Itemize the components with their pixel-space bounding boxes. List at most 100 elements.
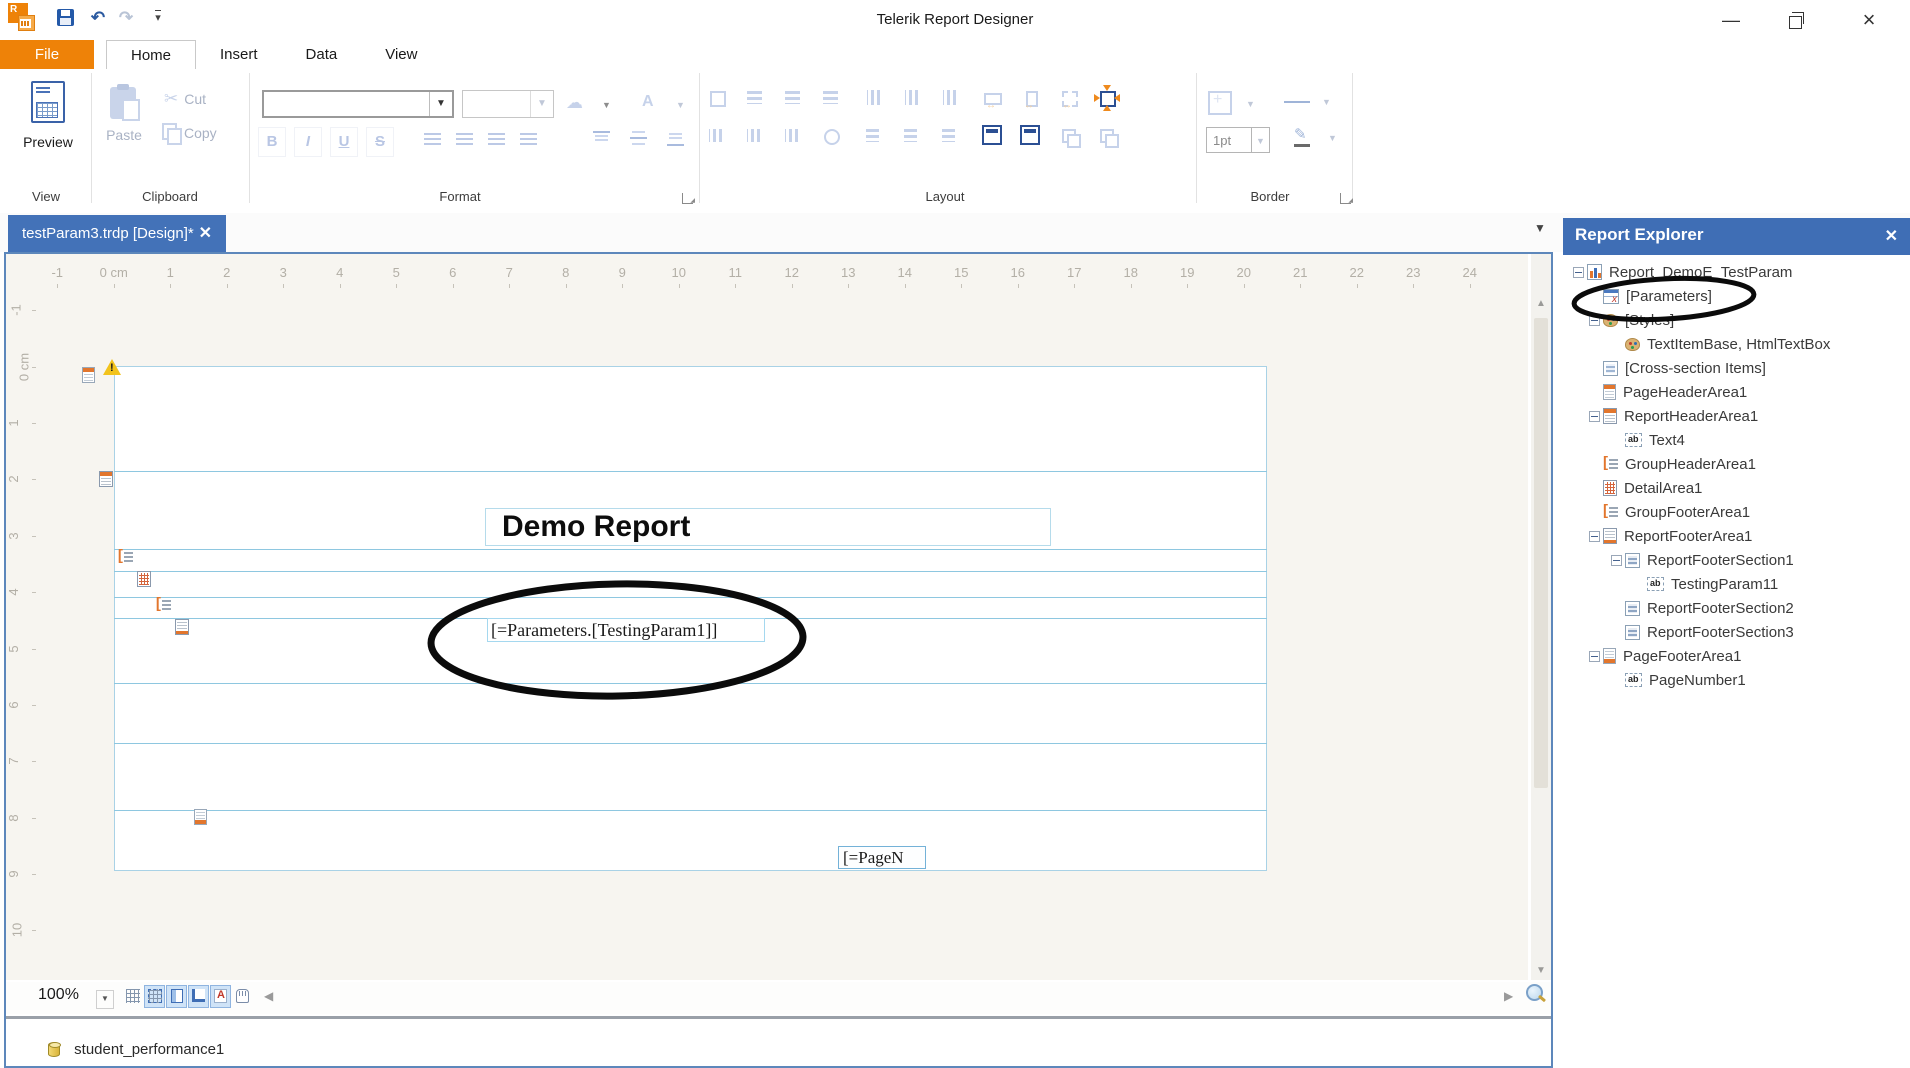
view-toggle-button[interactable] xyxy=(188,985,209,1008)
justify-text-icon[interactable] xyxy=(520,133,537,146)
strikethrough-button[interactable]: S xyxy=(366,127,394,157)
customize-toolbar-button[interactable]: ▾ xyxy=(146,6,170,30)
font-size-combobox[interactable]: ▼ xyxy=(462,90,554,118)
ribbon-tab[interactable]: Insert xyxy=(196,40,282,69)
tree-expander[interactable] xyxy=(1609,672,1625,688)
ribbon-tab[interactable]: Data xyxy=(282,40,362,69)
scroll-right-icon[interactable]: ▶ xyxy=(1504,989,1513,1003)
align-text-middle-icon[interactable] xyxy=(630,131,647,146)
close-document-icon[interactable]: ✕ xyxy=(199,215,212,252)
center-in-section-icon[interactable] xyxy=(1094,85,1120,111)
tree-expander[interactable] xyxy=(1587,456,1603,472)
dock-to-top-icon[interactable] xyxy=(982,125,1002,145)
tree-item[interactable]: ReportHeaderArea1 xyxy=(1563,404,1910,428)
background-color-dropdown[interactable]: ▼ xyxy=(602,100,611,110)
tree-item[interactable]: ReportFooterArea1 xyxy=(1563,524,1910,548)
page-header-section-icon[interactable] xyxy=(82,367,95,383)
tree-expander[interactable] xyxy=(1609,432,1625,448)
bring-to-front-icon[interactable] xyxy=(1058,125,1081,148)
section-divider[interactable] xyxy=(114,471,1267,472)
equal-vertical-spacing-icon[interactable] xyxy=(863,125,885,147)
paste-icon[interactable] xyxy=(110,84,140,121)
ribbon-tab[interactable]: View xyxy=(361,40,441,69)
align-vertical-centers-icon[interactable] xyxy=(901,87,923,109)
align-text-right-icon[interactable] xyxy=(488,133,505,146)
tree-item[interactable]: [Cross-section Items] xyxy=(1563,356,1910,380)
align-text-bottom-icon[interactable] xyxy=(667,131,684,146)
decrease-horizontal-spacing-icon[interactable] xyxy=(782,125,804,147)
cut-button[interactable]: ✂ Cut xyxy=(164,89,206,109)
tree-item[interactable]: [Styles] xyxy=(1563,308,1910,332)
tree-item[interactable]: ReportFooterSection2 xyxy=(1563,596,1910,620)
font-name-combobox[interactable]: ▼ xyxy=(262,90,454,118)
zoom-dropdown-icon[interactable]: ▼ xyxy=(96,990,114,1009)
increase-vertical-spacing-icon[interactable] xyxy=(901,125,923,147)
page-number-textbox[interactable]: [=PageN xyxy=(838,846,926,869)
view-toggle-button[interactable] xyxy=(166,985,187,1008)
tree-expander[interactable] xyxy=(1587,480,1603,496)
scroll-left-icon[interactable]: ◀ xyxy=(264,989,273,1003)
tree-expander[interactable] xyxy=(1587,528,1603,544)
tree-item[interactable]: Report_DemoE_TestParam xyxy=(1563,260,1910,284)
tree-expander[interactable] xyxy=(1571,264,1587,280)
font-color-dropdown[interactable]: ▼ xyxy=(676,100,685,110)
section-divider[interactable] xyxy=(114,571,1267,572)
tree-item[interactable]: PageFooterArea1 xyxy=(1563,644,1910,668)
dock-to-left-icon[interactable] xyxy=(1020,125,1040,145)
tree-item[interactable]: PageNumber1 xyxy=(1563,668,1910,692)
tree-item[interactable]: ReportFooterSection1 xyxy=(1563,548,1910,572)
fit-to-section-icon[interactable] xyxy=(706,87,728,109)
tree-item[interactable]: TextItemBase, HtmlTextBox xyxy=(1563,332,1910,356)
border-presets-button[interactable] xyxy=(1208,91,1232,115)
make-same-size-icon[interactable] xyxy=(1058,87,1080,111)
minimize-button[interactable]: — xyxy=(1708,0,1754,40)
align-top-edges-icon[interactable] xyxy=(863,87,885,109)
align-left-edges-icon[interactable] xyxy=(744,87,766,109)
section-divider[interactable] xyxy=(114,683,1267,684)
center-text-icon[interactable] xyxy=(456,133,473,146)
border-dialog-launcher[interactable] xyxy=(1340,193,1353,204)
section-divider[interactable] xyxy=(114,597,1267,598)
tree-expander[interactable] xyxy=(1587,312,1603,328)
make-same-width-icon[interactable] xyxy=(982,87,1004,111)
group-header-section-icon[interactable] xyxy=(118,547,133,565)
data-source-item[interactable]: student_performance1 xyxy=(48,1041,224,1061)
copy-button[interactable]: Copy xyxy=(162,121,217,145)
font-color-button[interactable]: A xyxy=(642,93,654,111)
tree-expander[interactable] xyxy=(1587,384,1603,400)
align-bottom-edges-icon[interactable] xyxy=(939,87,961,109)
tree-item[interactable]: [Parameters] xyxy=(1563,284,1910,308)
view-toggle-button[interactable] xyxy=(144,985,165,1008)
background-color-button[interactable]: ☁ xyxy=(566,93,583,113)
tree-item[interactable]: TestingParam11 xyxy=(1563,572,1910,596)
ribbon-tab[interactable]: Home xyxy=(106,40,197,69)
border-color-dropdown[interactable]: ▼ xyxy=(1328,133,1337,143)
view-toggle-button[interactable] xyxy=(210,985,231,1008)
tree-item[interactable]: GroupFooterArea1 xyxy=(1563,500,1910,524)
bold-button[interactable]: B xyxy=(258,127,286,157)
zoom-magnifier-icon[interactable] xyxy=(1526,984,1543,1001)
redo-button[interactable]: ↷ xyxy=(114,6,138,30)
view-toggle-button[interactable] xyxy=(122,985,143,1008)
tree-expander[interactable] xyxy=(1609,552,1625,568)
border-width-input[interactable]: 1pt xyxy=(1206,127,1252,153)
send-to-back-icon[interactable] xyxy=(1096,125,1119,148)
border-line-style-icon[interactable] xyxy=(1284,101,1310,103)
parameter-expression-textbox[interactable]: [=Parameters.[TestingParam1]] xyxy=(487,618,765,642)
decrease-vertical-spacing-icon[interactable] xyxy=(939,125,961,147)
section-divider[interactable] xyxy=(114,743,1267,744)
window-list-dropdown-icon[interactable]: ▼ xyxy=(1534,221,1546,235)
tree-expander[interactable] xyxy=(1587,408,1603,424)
border-color-button[interactable] xyxy=(1294,125,1314,147)
remove-horizontal-spacing-icon[interactable] xyxy=(820,125,842,147)
italic-button[interactable]: I xyxy=(294,127,322,157)
section-divider[interactable] xyxy=(114,810,1267,811)
tree-expander[interactable] xyxy=(1587,288,1603,304)
tree-expander[interactable] xyxy=(1587,360,1603,376)
view-toggle-button[interactable] xyxy=(232,985,253,1008)
report-footer-section-icon[interactable] xyxy=(175,619,190,635)
close-window-button[interactable]: × xyxy=(1846,0,1892,40)
restore-button[interactable] xyxy=(1772,0,1818,40)
tree-item[interactable]: ReportFooterSection3 xyxy=(1563,620,1910,644)
make-same-height-icon[interactable] xyxy=(1020,87,1042,111)
